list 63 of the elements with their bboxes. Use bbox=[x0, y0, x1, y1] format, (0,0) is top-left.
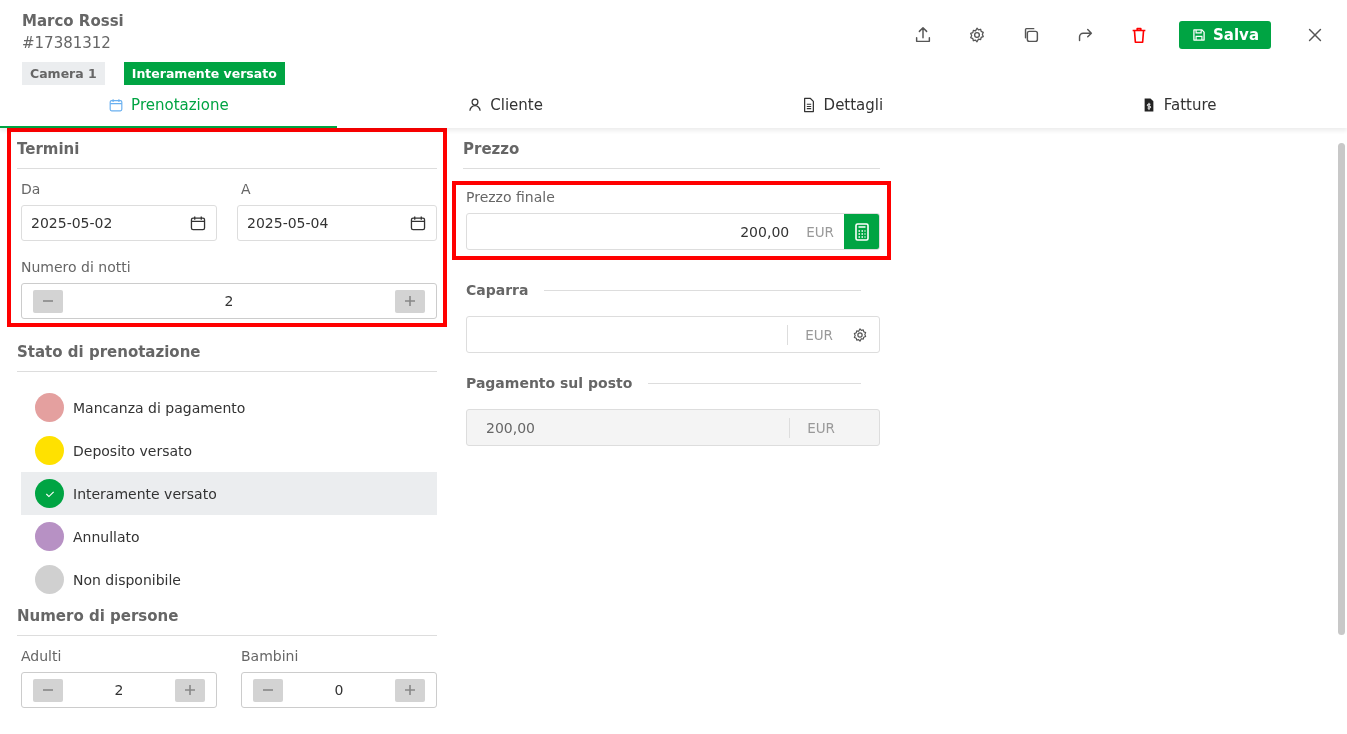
number-stepper[interactable]: 2 bbox=[21, 283, 437, 319]
section-heading: Pagamento sul posto bbox=[466, 375, 633, 391]
stepper-value: 2 bbox=[113, 682, 125, 698]
calculator-button[interactable] bbox=[844, 214, 879, 249]
price-value: 200,00 bbox=[739, 223, 790, 240]
status-option[interactable]: Deposito versato bbox=[21, 429, 437, 472]
number-stepper[interactable]: 0 bbox=[241, 672, 437, 708]
price-field[interactable]: 200,00 EUR bbox=[466, 213, 880, 250]
person-icon bbox=[467, 96, 484, 113]
increment-button[interactable] bbox=[395, 289, 425, 313]
decrement-button[interactable] bbox=[33, 289, 63, 313]
minus-icon bbox=[263, 689, 273, 691]
status-label: Mancanza di pagamento bbox=[73, 399, 246, 416]
decrement-button[interactable] bbox=[33, 678, 63, 702]
plus-icon bbox=[405, 296, 415, 306]
increment-button[interactable] bbox=[175, 678, 205, 702]
section-heading: Stato di prenotazione bbox=[17, 343, 437, 372]
scrollbar[interactable] bbox=[1338, 143, 1345, 635]
status-option[interactable]: Interamente versato bbox=[21, 472, 437, 515]
status-option[interactable]: Non disponibile bbox=[21, 558, 437, 601]
section-heading: Caparra bbox=[466, 282, 529, 298]
stepper-value: 0 bbox=[333, 682, 345, 698]
payment-value: 200,00 bbox=[485, 419, 536, 436]
field-label: Numero di notti bbox=[21, 259, 132, 275]
save-icon bbox=[1191, 27, 1208, 43]
section-heading: Numero di persone bbox=[17, 607, 437, 636]
settings-icon bbox=[851, 325, 869, 344]
calendar-icon bbox=[108, 96, 125, 113]
calendar-icon bbox=[189, 214, 207, 232]
increment-button[interactable] bbox=[395, 678, 425, 702]
field-label: Prezzo finale bbox=[466, 189, 556, 205]
booking-id: #17381312 bbox=[22, 34, 112, 52]
tab[interactable]: Cliente bbox=[336, 83, 674, 128]
status-option[interactable]: Annullato bbox=[21, 515, 437, 558]
status-badge: Interamente versato bbox=[123, 62, 285, 85]
date-field[interactable]: 2025-05-02 bbox=[21, 205, 217, 241]
field-label: A bbox=[241, 181, 252, 197]
field-label: Adulti bbox=[21, 648, 63, 664]
status-label: Interamente versato bbox=[73, 485, 217, 502]
status-label: Deposito versato bbox=[73, 442, 193, 459]
status-label: Non disponibile bbox=[73, 571, 181, 588]
plus-icon bbox=[185, 685, 195, 695]
minus-icon bbox=[43, 689, 53, 691]
minus-icon bbox=[43, 300, 53, 302]
stepper-value: 2 bbox=[223, 293, 235, 309]
currency-label: EUR bbox=[804, 326, 834, 343]
status-label: Annullato bbox=[73, 528, 140, 545]
section-heading: Prezzo bbox=[463, 140, 880, 169]
status-badge: Camera 1 bbox=[22, 62, 105, 85]
section-heading: Termini bbox=[17, 140, 437, 169]
tab[interactable]: Dettagli bbox=[673, 83, 1011, 128]
currency-label: EUR bbox=[805, 223, 835, 240]
currency-label: EUR bbox=[806, 419, 836, 436]
plus-icon bbox=[405, 685, 415, 695]
date-field[interactable]: 2025-05-04 bbox=[237, 205, 437, 241]
decrement-button[interactable] bbox=[253, 678, 283, 702]
calendar-icon bbox=[409, 214, 427, 232]
field-label: Da bbox=[21, 181, 42, 197]
status-option[interactable]: Mancanza di pagamento bbox=[21, 386, 437, 429]
tab[interactable]: Fatture bbox=[1010, 83, 1347, 128]
number-stepper[interactable]: 2 bbox=[21, 672, 217, 708]
field-label: Bambini bbox=[241, 648, 300, 664]
guest-name: Marco Rossi bbox=[22, 12, 125, 30]
